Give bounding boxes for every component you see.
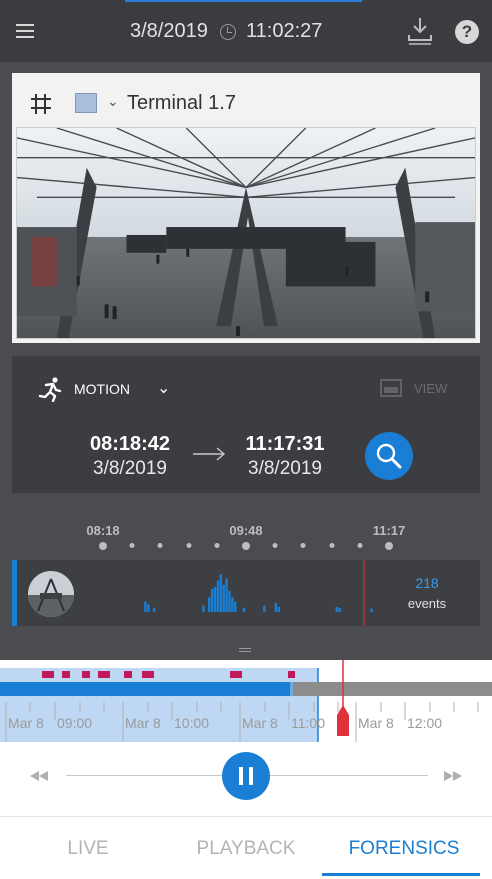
tab-live[interactable]: LIVE (6, 817, 170, 879)
histogram-bar (152, 607, 156, 612)
timeline-label: Mar 8 (8, 715, 44, 731)
fast-forward-icon[interactable] (444, 771, 462, 781)
timeline-label: Mar 8 (242, 715, 278, 731)
scale-dot (99, 542, 107, 550)
chevron-down-icon[interactable]: ⌄ (157, 378, 170, 398)
scale-dot (157, 543, 163, 548)
scale-dot (300, 543, 306, 548)
view-icon (380, 379, 402, 397)
histogram-bar (274, 602, 278, 612)
histogram-bar (231, 597, 234, 612)
camera-name[interactable]: Terminal 1.7 (127, 92, 236, 115)
histogram-bar (263, 605, 266, 612)
scale-label-mid: 09:48 (229, 523, 263, 538)
forensic-search-panel: MOTION ⌄ VIEW 08:18:42 3/8/2019 11:17:31… (12, 356, 480, 493)
timeline-label: Mar 8 (125, 715, 161, 731)
histogram-bar (225, 578, 228, 612)
chevron-down-icon[interactable]: ⌄ (107, 93, 119, 110)
timeline-label: 09:00 (57, 715, 93, 731)
histogram-bar (338, 607, 341, 612)
help-icon[interactable]: ? (455, 20, 479, 44)
hamburger-menu-icon[interactable] (16, 24, 34, 38)
scale-dot (272, 543, 278, 548)
header-date[interactable]: 3/8/2019 (130, 20, 208, 43)
camera-panel: ⌄ Terminal 1.7 (12, 73, 480, 343)
scale-label-end: 11:17 (372, 523, 406, 538)
histogram-bar (144, 601, 147, 612)
scale-dot (329, 543, 335, 548)
pause-icon (249, 767, 253, 785)
start-time-block[interactable]: 08:18:42 3/8/2019 (70, 433, 190, 480)
tab-playback[interactable]: PLAYBACK (164, 817, 328, 879)
events-histogram[interactable]: 218 events (12, 560, 480, 626)
histogram-bar (210, 588, 214, 612)
end-time-block[interactable]: 11:17:31 3/8/2019 (225, 433, 345, 480)
top-bar: 3/8/2019 11:02:27 ? (0, 0, 492, 62)
arrow-right-icon (193, 447, 226, 461)
scale-label-start: 08:18 (86, 523, 120, 538)
histogram-bar (228, 591, 231, 612)
camera-settings-icon[interactable] (30, 93, 52, 115)
scale-dot (214, 543, 220, 548)
timeline-label: 10:00 (174, 715, 210, 731)
events-label: events (407, 596, 447, 611)
playhead-handle[interactable] (337, 705, 349, 736)
camera-color-swatch[interactable] (75, 93, 97, 113)
rewind-icon[interactable] (30, 771, 48, 781)
search-icon (376, 443, 402, 469)
clock-icon (220, 24, 236, 40)
histogram-bar (147, 604, 150, 612)
filter-type-label[interactable]: MOTION (74, 381, 130, 397)
timeline-label: 11:00 (291, 715, 325, 731)
events-count: 218 (415, 575, 439, 591)
histogram-bar (370, 608, 373, 612)
playback-controls (0, 742, 492, 816)
end-time: 11:17:31 (245, 433, 325, 455)
view-button[interactable]: VIEW (414, 381, 447, 396)
histogram-bar (335, 607, 338, 612)
histogram-bar (219, 574, 222, 612)
timeline-recording-bar (0, 682, 290, 696)
end-date: 3/8/2019 (248, 458, 322, 479)
scale-dot (385, 542, 393, 550)
motion-running-icon (38, 377, 62, 402)
scale-dot (242, 542, 250, 550)
histogram-bars (144, 560, 373, 626)
histogram-bar (277, 607, 280, 612)
camera-video-feed[interactable] (16, 127, 476, 339)
histogram-scale: 08:18 09:48 11:17 (0, 515, 492, 555)
scale-dot (186, 543, 192, 548)
histogram-bar (216, 580, 220, 612)
download-icon[interactable] (406, 16, 434, 46)
histogram-bar (242, 607, 246, 612)
histogram-bar (234, 601, 237, 612)
histogram-bar (222, 584, 225, 612)
histogram-bar (213, 586, 217, 612)
search-button[interactable] (365, 432, 413, 480)
bottom-tab-bar: LIVE PLAYBACK FORENSICS (0, 816, 492, 879)
scale-dot (129, 543, 135, 548)
start-time: 08:18:42 (89, 433, 171, 455)
pause-button[interactable] (222, 752, 270, 800)
playback-timeline[interactable]: Mar 8 09:00 Mar 8 10:00 Mar 8 11:00 Mar … (0, 660, 492, 742)
pause-icon (239, 767, 243, 785)
timeline-label: 12:00 (407, 715, 443, 731)
histogram-bar (202, 605, 205, 612)
timeline-gap-bar (293, 682, 492, 696)
histogram-bar (208, 597, 211, 612)
start-date: 3/8/2019 (93, 458, 167, 479)
tab-forensics[interactable]: FORENSICS (322, 817, 486, 879)
timeline-label: Mar 8 (358, 715, 394, 731)
header-time[interactable]: 11:02:27 (246, 20, 322, 43)
scale-dot (357, 543, 363, 548)
panel-drag-handle[interactable] (239, 648, 251, 654)
top-accent-line (125, 0, 362, 2)
